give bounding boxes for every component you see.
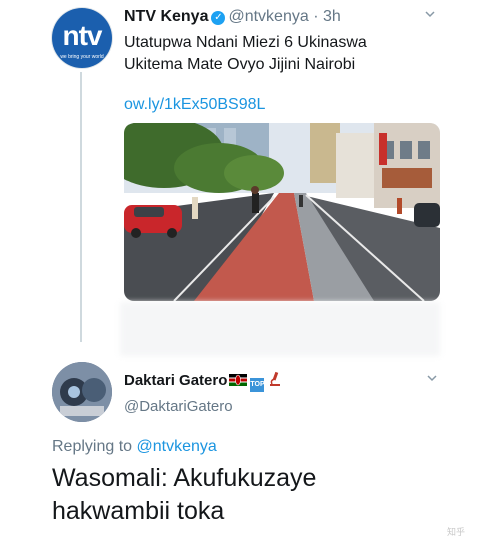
tweet1-text-line2: Ukitema Mate Ovyo Jijini Nairobi — [124, 56, 356, 73]
microscope-icon — [268, 371, 282, 391]
tweet2-handle[interactable]: @DaktariGatero — [124, 398, 233, 415]
ntv-kenya-avatar[interactable]: ntv we bring your world — [52, 8, 112, 68]
tweet1-time[interactable]: 3h — [323, 8, 341, 25]
tweet2-text-line1: Wasomali: Akufukuzaye — [52, 464, 317, 492]
blurred-region — [120, 302, 440, 356]
watermark: 知乎 — [446, 527, 465, 537]
replying-to-line: Replying to @ntvkenya — [52, 438, 217, 456]
avatar-logo-text: ntv — [62, 20, 103, 51]
tweet1-text-line1: Utatupwa Ndani Miezi 6 Ukinaswa — [124, 34, 367, 51]
tweet2-text-line2: hakwambii toka — [52, 497, 225, 525]
tweet1-text: Utatupwa Ndani Miezi 6 Ukinaswa Ukitema … — [124, 32, 454, 76]
tweet2-name-row: Daktari Gatero TOP — [124, 371, 282, 392]
daktari-gatero-avatar[interactable] — [52, 362, 112, 422]
replying-prefix: Replying to — [52, 438, 133, 455]
tweet1-handle[interactable]: @ntvkenya — [228, 8, 308, 25]
tweet2-display-name[interactable]: Daktari Gatero — [124, 372, 227, 389]
kenya-flag-icon — [229, 373, 248, 386]
chevron-down-icon[interactable] — [424, 8, 436, 20]
thread-connector-line — [80, 72, 82, 342]
badge-top-text: TOP — [250, 381, 265, 388]
chevron-down-icon[interactable] — [426, 372, 438, 384]
tweet1-header: NTV Kenya ✓ @ntvkenya · 3h — [124, 8, 341, 26]
verified-check-icon: ✓ — [211, 11, 226, 25]
top-arrow-badge-icon: TOP — [250, 378, 265, 392]
tweet2-text: Wasomali: Akufukuzaye hakwambii toka — [52, 462, 316, 528]
tweet1-separator: · — [313, 8, 319, 25]
replying-to-mention[interactable]: @ntvkenya — [137, 438, 217, 455]
tweet1-link[interactable]: ow.ly/1kEx50BS98L — [124, 96, 265, 114]
avatar-tagline: we bring your world — [60, 54, 104, 60]
tweet1-display-name[interactable]: NTV Kenya — [124, 8, 208, 25]
tweet1-photo[interactable] — [124, 123, 440, 301]
